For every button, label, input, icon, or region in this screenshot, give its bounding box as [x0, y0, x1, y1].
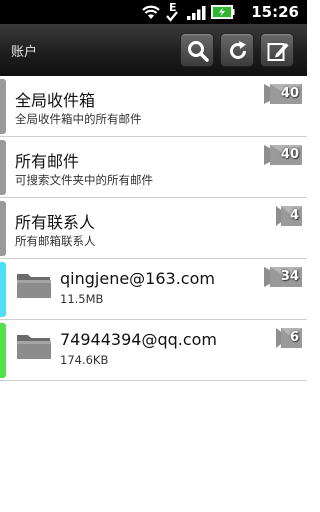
compose-button[interactable] — [260, 33, 294, 67]
row-color-bar — [0, 79, 6, 134]
item-title: 所有联系人 — [15, 213, 96, 232]
search-button[interactable] — [180, 33, 214, 67]
row-color-bar — [0, 201, 6, 256]
sync-check-icon — [166, 11, 178, 22]
unread-count-badge: 40 — [264, 144, 302, 166]
battery-icon — [211, 5, 235, 19]
item-subtitle: 可搜索文件夹中的所有邮件 — [15, 173, 153, 187]
unread-count: 6 — [289, 330, 299, 345]
search-icon — [188, 41, 209, 62]
action-bar: 账户 — [0, 24, 307, 76]
unread-count-badge: 34 — [264, 266, 302, 288]
unread-count: 40 — [280, 147, 299, 162]
list-item-account-163[interactable]: qingjene@163.com 11.5MB 34 — [0, 259, 307, 320]
status-time: 15:26 — [251, 3, 299, 21]
list-item-unified-inbox[interactable]: 全局收件箱 全局收件箱中的所有邮件 40 — [0, 76, 307, 137]
row-color-bar — [0, 140, 6, 195]
account-email: qingjene@163.com — [60, 269, 215, 288]
list-item-all-mail[interactable]: 所有邮件 可搜索文件夹中的所有邮件 40 — [0, 137, 307, 198]
item-subtitle: 全局收件箱中的所有邮件 — [15, 112, 142, 126]
account-size: 174.6KB — [60, 353, 109, 367]
item-title: 所有邮件 — [15, 152, 80, 171]
status-bar: E 15:26 — [0, 0, 307, 24]
item-title: 全局收件箱 — [15, 91, 96, 110]
count: 4 — [289, 208, 299, 223]
folder-icon — [17, 274, 51, 298]
account-color-bar — [0, 323, 6, 378]
folder-icon — [17, 335, 51, 359]
page-title: 账户 — [11, 45, 38, 60]
signal-icon — [187, 6, 206, 20]
refresh-icon — [230, 41, 246, 59]
account-list: 全局收件箱 全局收件箱中的所有邮件 40 所有邮件 可搜索文件夹中的所有邮件 4… — [0, 76, 307, 381]
count-badge: 4 — [276, 205, 302, 227]
unread-count-badge: 6 — [276, 327, 302, 349]
list-item-all-contacts[interactable]: 所有联系人 所有邮箱联系人 4 — [0, 198, 307, 259]
account-email: 74944394@qq.com — [60, 330, 218, 349]
wifi-icon — [142, 5, 160, 19]
unread-count: 34 — [280, 269, 299, 284]
unread-count-badge: 40 — [264, 83, 302, 105]
refresh-button[interactable] — [220, 33, 254, 67]
item-subtitle: 所有邮箱联系人 — [15, 234, 96, 248]
unread-count: 40 — [280, 86, 299, 101]
compose-icon — [267, 43, 289, 61]
list-item-account-qq[interactable]: 74944394@qq.com 174.6KB 6 — [0, 320, 307, 381]
account-size: 11.5MB — [60, 292, 104, 306]
account-color-bar — [0, 262, 6, 317]
